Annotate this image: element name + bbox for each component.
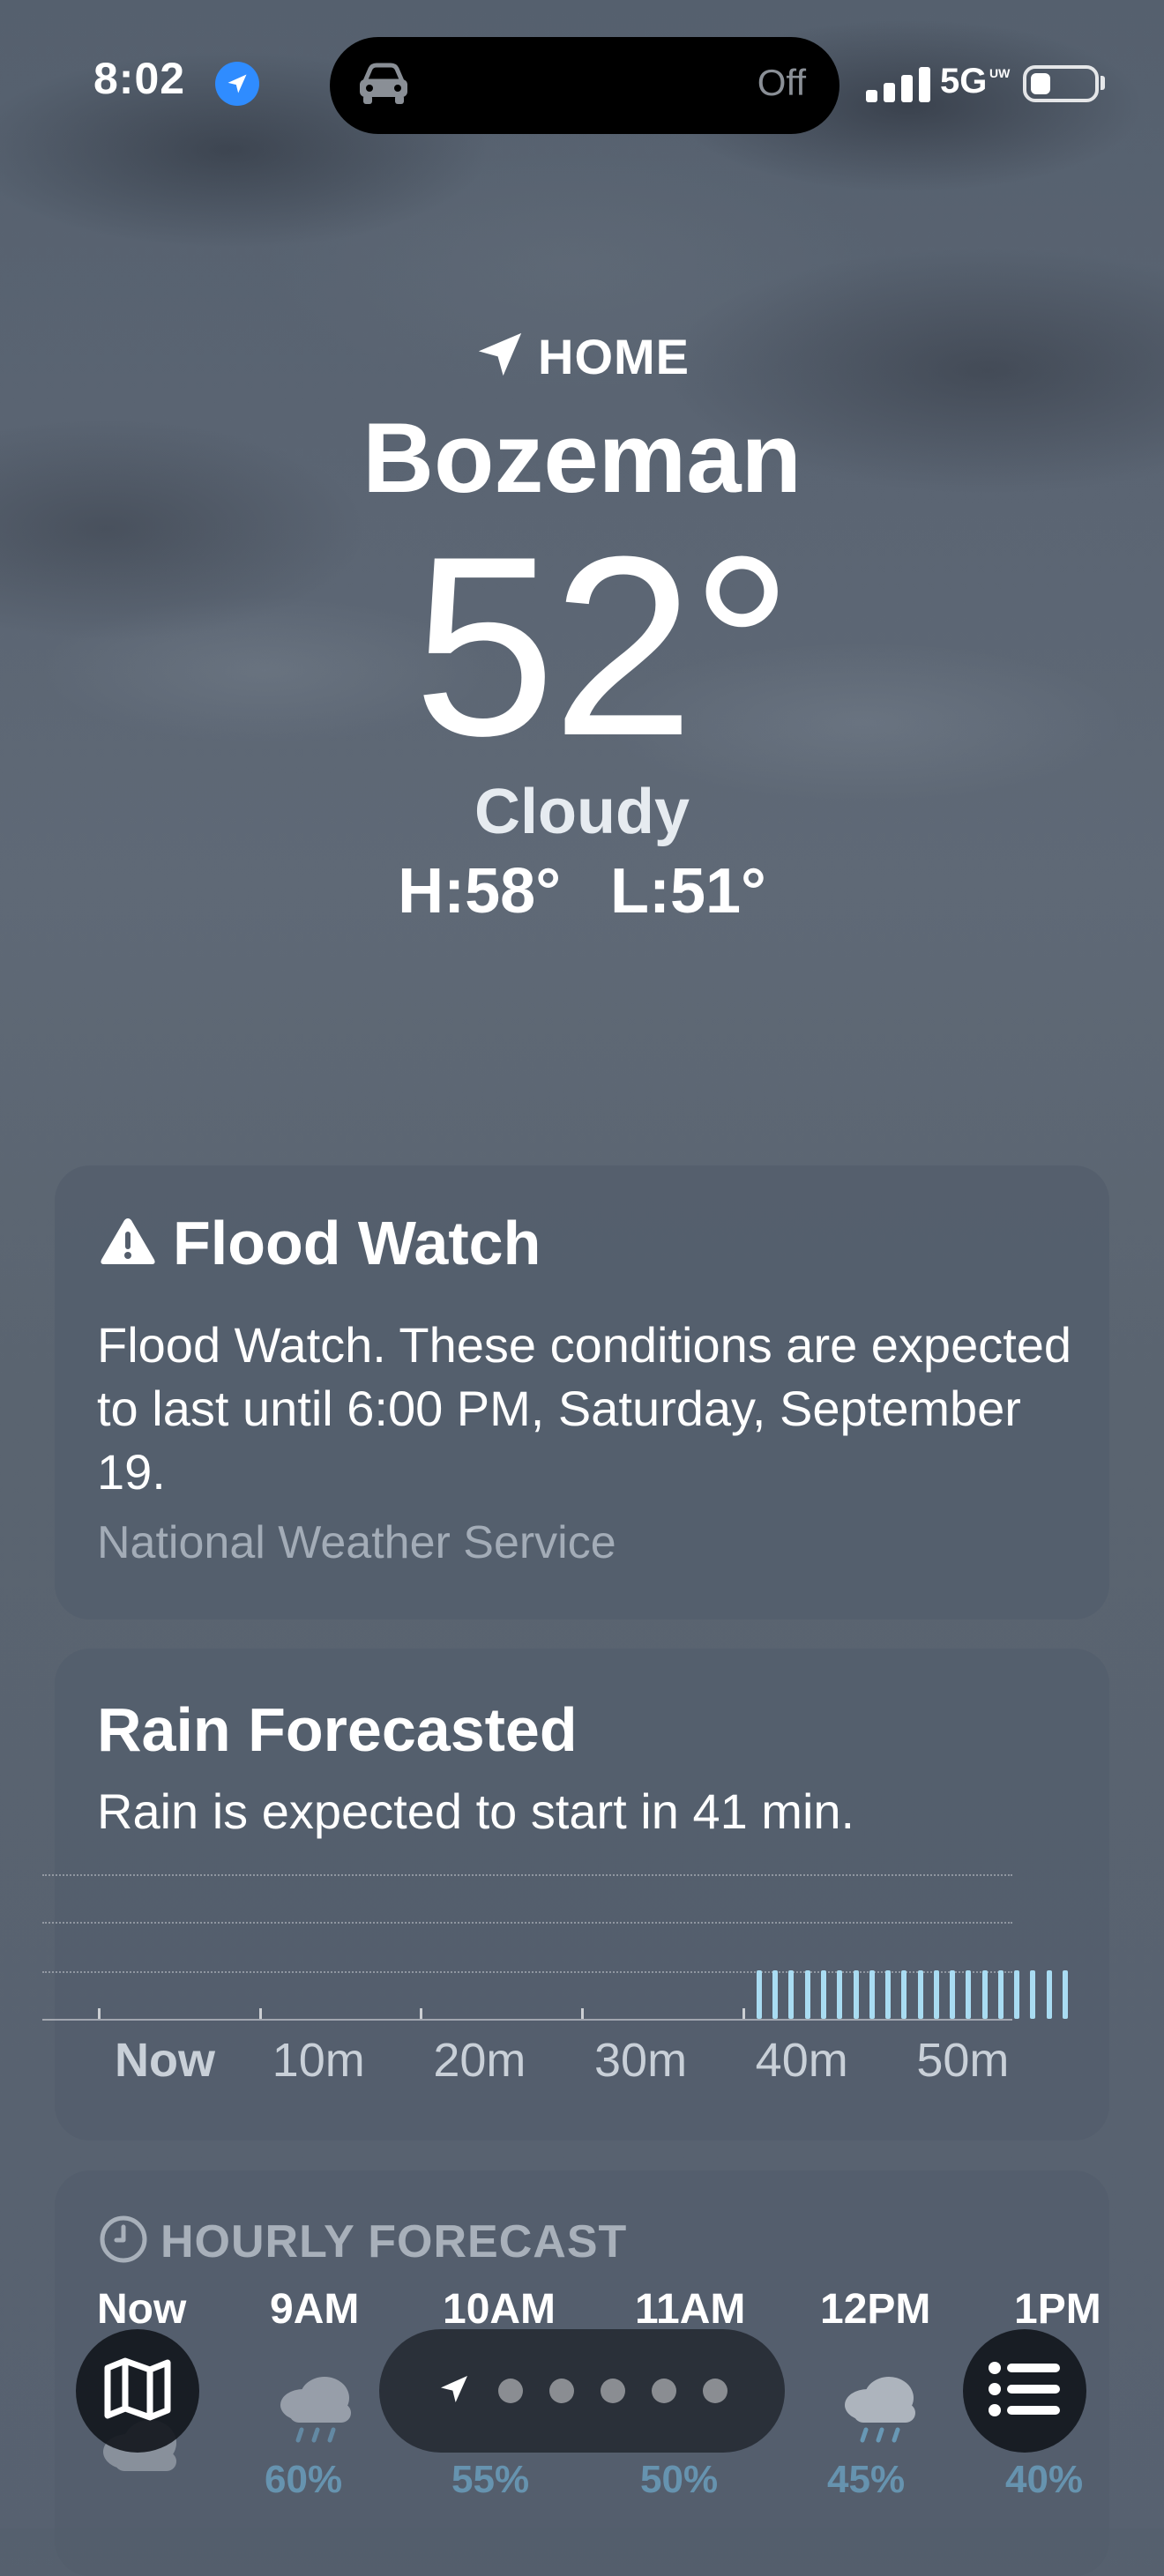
alert-title: Flood Watch bbox=[173, 1209, 541, 1277]
rain-intensity-bar bbox=[837, 1969, 843, 2019]
rain-axis-tick bbox=[742, 2008, 745, 2019]
hour-time: 10AM bbox=[443, 2286, 556, 2333]
low-temp: L:51° bbox=[610, 856, 766, 927]
rain-axis-tick bbox=[581, 2008, 584, 2019]
rain-intensity-bar bbox=[981, 1969, 988, 2019]
hour-time: Now bbox=[97, 2286, 187, 2333]
rain-intensity-bar bbox=[917, 1969, 923, 2019]
hourly-header: HOURLY FORECAST bbox=[99, 2215, 627, 2268]
island-status-text: Off bbox=[757, 62, 806, 103]
rain-gridline-heavy bbox=[42, 1874, 1012, 1876]
rain-intensity-bar bbox=[997, 1969, 1004, 2019]
rain-intensity-bar bbox=[966, 1969, 972, 2019]
alert-source: National Weather Service bbox=[97, 1517, 616, 1568]
network-subtype: UW bbox=[989, 66, 1011, 80]
location-label: HOME bbox=[538, 329, 690, 384]
city-list-button[interactable] bbox=[963, 2329, 1086, 2453]
current-location-icon[interactable] bbox=[436, 2371, 472, 2411]
rain-axis-tick bbox=[98, 2008, 101, 2019]
list-icon bbox=[988, 2361, 1062, 2422]
status-time: 8:02 bbox=[93, 54, 186, 103]
rain-intensity-bar bbox=[853, 1969, 859, 2019]
rain-intensity-bar bbox=[1014, 1969, 1020, 2019]
rain-intensity-bar bbox=[869, 1969, 875, 2019]
rain-card-title: Rain Forecasted bbox=[97, 1695, 578, 1764]
cloud-rain-icon bbox=[839, 2371, 924, 2455]
rain-axis-label: 30m bbox=[594, 2034, 688, 2087]
cloud-rain-icon bbox=[275, 2371, 360, 2455]
rain-chart-baseline bbox=[42, 2019, 1012, 2021]
location-arrow-icon bbox=[474, 329, 526, 384]
rain-axis-label: 10m bbox=[272, 2034, 365, 2087]
rain-intensity-bar bbox=[821, 1969, 826, 2019]
current-temperature: 52° bbox=[413, 503, 794, 789]
high-temp: H:58° bbox=[398, 856, 561, 927]
page-indicator[interactable] bbox=[379, 2329, 785, 2453]
rain-intensity-bar bbox=[788, 1969, 795, 2019]
rain-axis-label: 20m bbox=[433, 2034, 526, 2087]
rain-axis-label: 40m bbox=[755, 2034, 848, 2087]
rain-intensity-bar bbox=[756, 1969, 762, 2019]
clock-icon bbox=[99, 2215, 148, 2268]
city-name: Bozeman bbox=[362, 403, 802, 513]
page-dot[interactable] bbox=[498, 2379, 523, 2403]
rain-axis-label: 50m bbox=[916, 2034, 1010, 2087]
location-services-icon bbox=[215, 62, 259, 106]
network-type: 5G bbox=[940, 62, 988, 101]
rain-intensity-bar bbox=[950, 1969, 956, 2019]
rain-gridline-light bbox=[42, 1971, 1012, 1973]
page-dot[interactable] bbox=[652, 2379, 676, 2403]
battery-cap bbox=[1101, 76, 1105, 90]
page-dot[interactable] bbox=[601, 2379, 625, 2403]
page-dot[interactable] bbox=[703, 2379, 728, 2403]
warning-icon bbox=[99, 1216, 157, 1271]
rain-intensity-bar bbox=[933, 1969, 939, 2019]
rain-intensity-bar bbox=[901, 1969, 907, 2019]
rain-intensity-bar bbox=[804, 1969, 810, 2019]
battery-icon bbox=[1023, 65, 1099, 102]
rain-intensity-bar bbox=[1063, 1969, 1068, 2019]
rain-intensity-bar bbox=[1030, 1969, 1036, 2019]
rain-card-subtitle: Rain is expected to start in 41 min. bbox=[97, 1783, 855, 1839]
hour-time: 1PM bbox=[1014, 2286, 1101, 2333]
rain-gridline-moderate bbox=[42, 1922, 1012, 1924]
alert-header: Flood Watch bbox=[99, 1208, 541, 1278]
hour-precip: 50% bbox=[640, 2458, 719, 2501]
rain-intensity-bar bbox=[1046, 1969, 1052, 2019]
map-icon bbox=[102, 2357, 173, 2425]
alert-description: Flood Watch. These conditions are expect… bbox=[97, 1317, 1072, 1500]
hour-precip: 45% bbox=[827, 2458, 906, 2501]
page-dot[interactable] bbox=[549, 2379, 574, 2403]
hour-time: 9AM bbox=[270, 2286, 360, 2333]
hour-precip: 40% bbox=[1005, 2458, 1084, 2501]
high-low-temps: H:58° L:51° bbox=[0, 855, 1164, 927]
hour-precip: 60% bbox=[265, 2458, 343, 2501]
rain-axis-tick bbox=[258, 2008, 262, 2019]
location-header: HOME bbox=[0, 328, 1164, 385]
hour-time: 11AM bbox=[635, 2286, 746, 2333]
cellular-signal-icon bbox=[866, 65, 933, 107]
rain-axis-tick bbox=[420, 2008, 423, 2019]
rain-intensity-bar bbox=[772, 1969, 779, 2019]
rain-intensity-bar bbox=[885, 1969, 892, 2019]
hourly-forecast-title: HOURLY FORECAST bbox=[160, 2215, 628, 2267]
dynamic-island[interactable]: Off bbox=[330, 37, 839, 134]
hour-precip: 55% bbox=[451, 2458, 530, 2501]
rain-axis-label: Now bbox=[115, 2034, 215, 2087]
weather-condition: Cloudy bbox=[474, 777, 690, 847]
car-icon bbox=[356, 62, 411, 110]
map-button[interactable] bbox=[76, 2329, 199, 2453]
hour-time: 12PM bbox=[820, 2286, 931, 2333]
severe-weather-alert-card[interactable]: Flood Watch Flood Watch. These condition… bbox=[55, 1165, 1109, 1619]
